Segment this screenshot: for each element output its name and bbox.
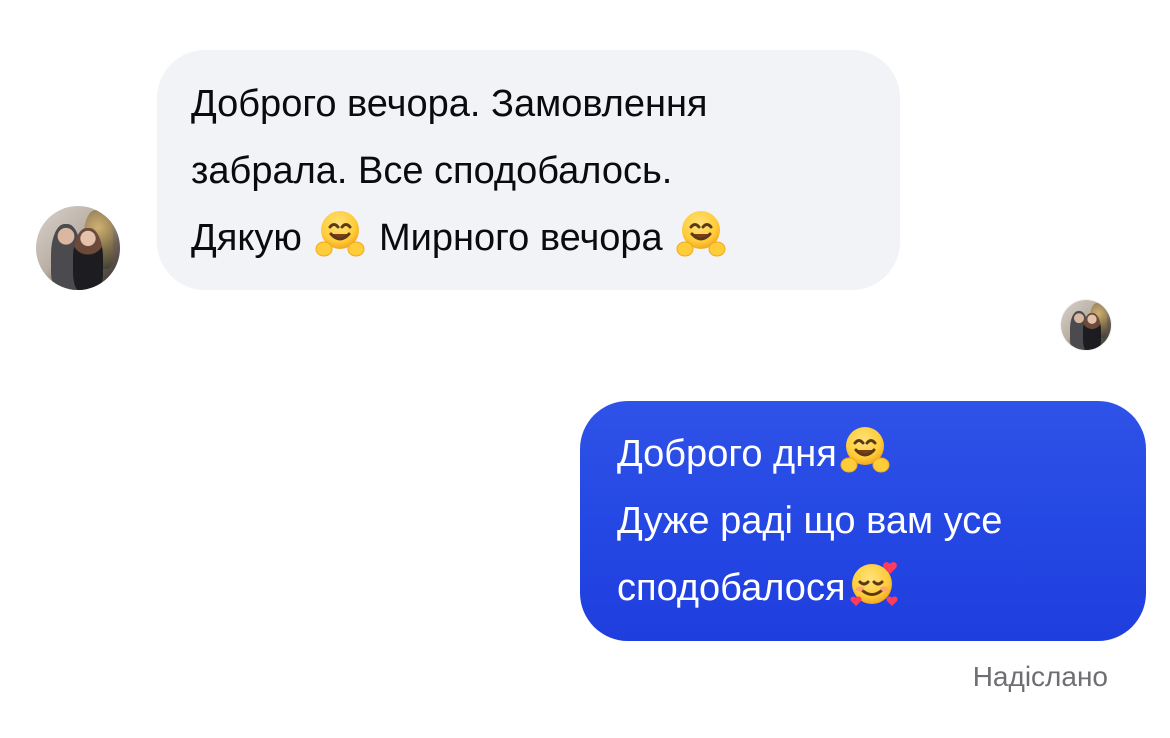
hugging-face-emoji-icon [839,424,891,476]
read-receipt-avatar [1061,300,1111,350]
message-line: Доброго вечора. Замовлення [191,83,708,125]
avatar-person [72,227,104,290]
message-text: Дякую [191,217,302,259]
message-line: сподобалося [617,555,1109,622]
message-line: Доброго дня [617,421,1109,488]
message-line: Дякую Мирного вечора [191,205,866,272]
message-text: Мирного вечора [379,217,663,259]
message-text: Доброго дня [617,433,837,475]
hugging-face-emoji-icon [675,208,727,260]
message-line: Дуже раді що вам усе [617,500,1003,542]
incoming-message-bubble[interactable]: Доброго вечора. Замовлення забрала. Все … [157,50,900,290]
outgoing-message-bubble[interactable]: Доброго дня Дуже раді що вам усе сподоба… [580,401,1146,641]
avatar-person [1083,313,1101,350]
message-text: сподобалося [617,567,846,609]
message-status: Надіслано [972,661,1108,692]
message-line: забрала. Все сподобалось. [191,150,673,192]
smiling-face-with-hearts-emoji-icon [848,558,900,610]
sender-avatar[interactable] [36,206,120,290]
hugging-face-emoji-icon [314,208,366,260]
